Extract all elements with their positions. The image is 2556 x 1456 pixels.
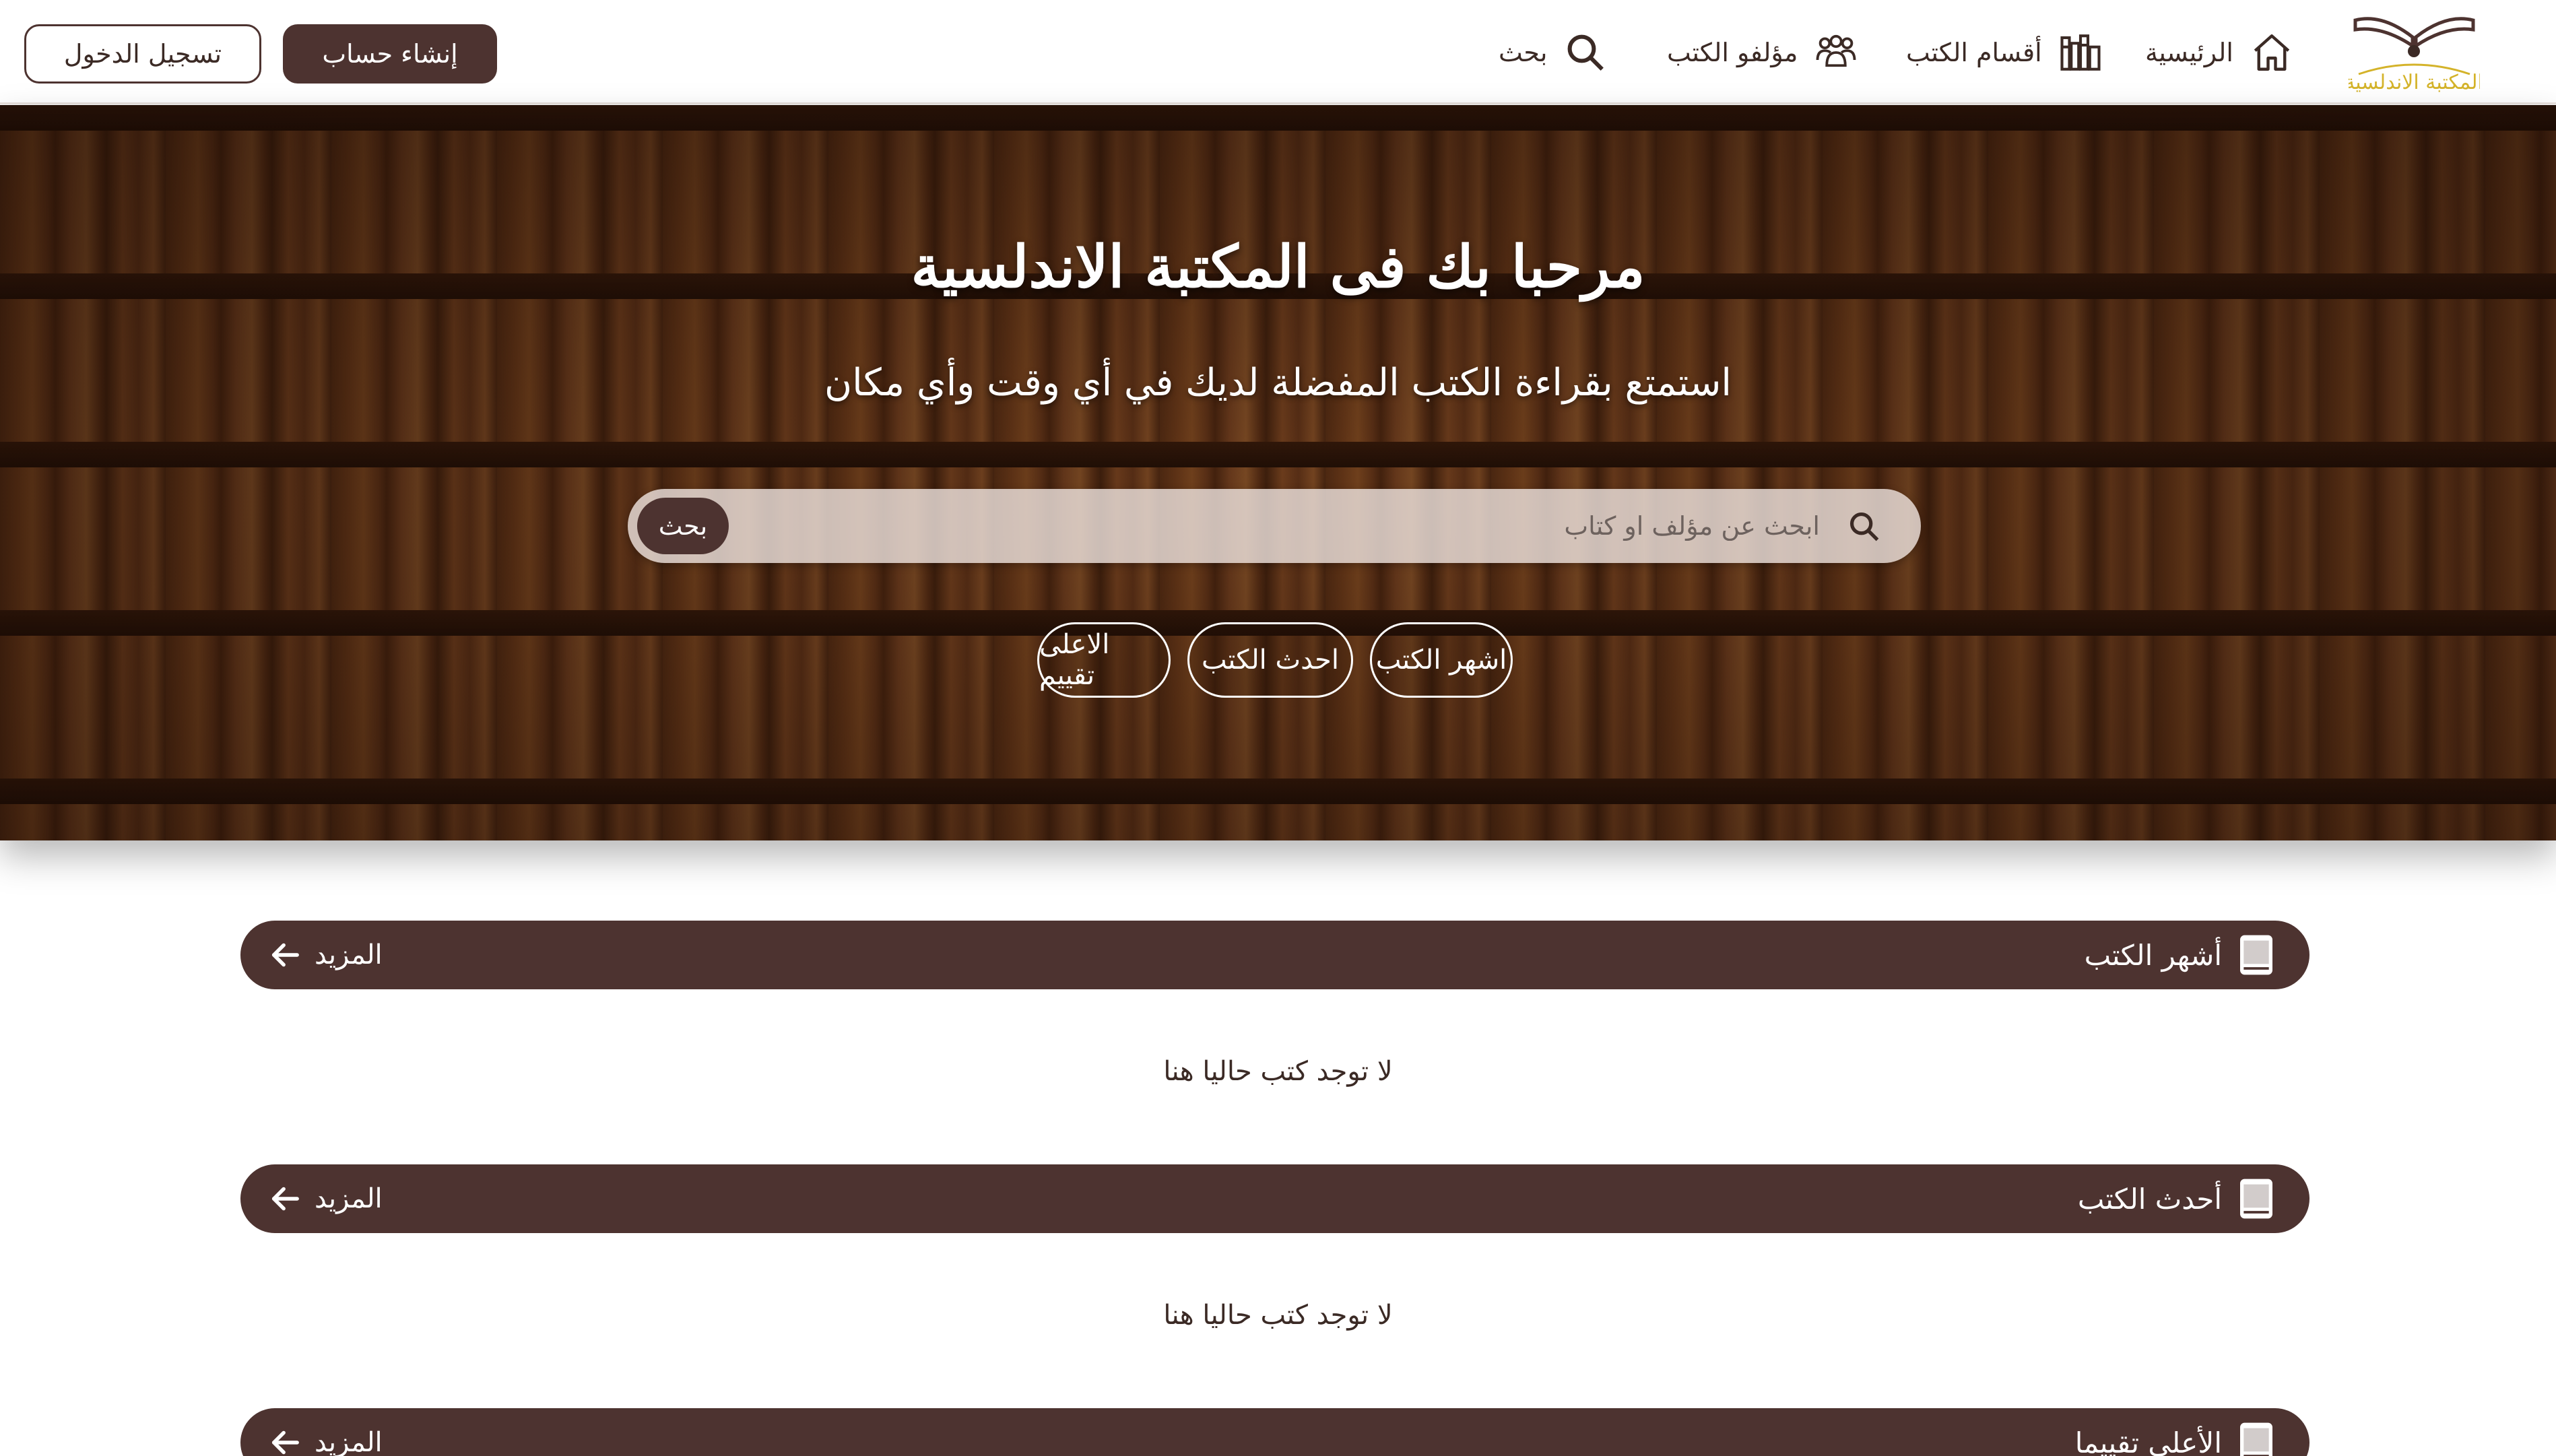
open-book-logo-icon: المكتبة الاندلسية [2345,17,2483,94]
nav-authors-label: مؤلفو الكتب [1667,38,1798,67]
more-label: المزيد [315,1427,383,1456]
book-icon [2240,1179,2272,1219]
arrow-left-icon [271,943,299,967]
section-title: الأعلى تقييما [2075,1408,2276,1456]
more-link[interactable]: المزيد [270,1164,383,1233]
nav-home-label: الرئيسية [2145,38,2233,67]
arrow-left-icon [271,1430,299,1455]
section-title-text: أشهر الكتب [2084,938,2222,972]
section-title: أشهر الكتب [2085,921,2276,989]
search-input[interactable] [749,496,1820,556]
more-label: المزيد [315,1183,383,1214]
hero-subtitle: استمتع بقراءة الكتب المفضلة لديك في أي و… [824,361,1732,405]
filter-newest-books[interactable]: احدث الكتب [1187,622,1353,698]
hero-title: مرحبا بك فى المكتبة الاندلسية [911,233,1645,301]
more-link[interactable]: المزيد [270,1408,383,1456]
section-header-newest: أحدث الكتب المزيد [240,1164,2309,1233]
arrow-left-icon [271,1187,299,1211]
search-icon [1849,512,1879,541]
hero-search-bar: بحث [628,489,1921,563]
more-label: المزيد [315,939,383,970]
hero-overlay [0,105,2556,840]
top-navbar: المكتبة الاندلسية الرئيسية أقسام الكتب م… [0,0,2556,104]
nav-book-sections[interactable]: أقسام الكتب [1906,27,2103,78]
more-link[interactable]: المزيد [270,921,383,989]
search-icon [1568,34,1604,71]
site-logo[interactable]: المكتبة الاندلسية [2345,7,2483,94]
people-group-icon [1816,34,1856,67]
book-icon [2240,935,2272,975]
hero-banner: مرحبا بك فى المكتبة الاندلسية استمتع بقر… [0,105,2556,840]
section-title-text: الأعلى تقييما [2074,1426,2222,1456]
nav-home[interactable]: الرئيسية [2145,27,2294,78]
section-title: أحدث الكتب [2078,1164,2276,1233]
section-header-popular: أشهر الكتب المزيد [240,921,2309,989]
search-submit-button[interactable]: بحث [637,498,729,554]
library-shelf-icon [2060,34,2101,71]
home-icon [2254,34,2290,71]
nav-search[interactable]: بحث [1499,27,1608,78]
nav-authors[interactable]: مؤلفو الكتب [1667,27,1858,78]
section-title-text: أحدث الكتب [2077,1182,2222,1216]
empty-state-text: لا توجد كتب حاليا هنا [1163,1300,1393,1331]
section-header-top-rated: الأعلى تقييما المزيد [240,1408,2309,1456]
svg-text:المكتبة الاندلسية: المكتبة الاندلسية [2349,71,2480,94]
nav-book-sections-label: أقسام الكتب [1906,38,2042,67]
empty-state-text: لا توجد كتب حاليا هنا [1163,1056,1393,1087]
signup-button[interactable]: إنشاء حساب [283,24,497,84]
filter-top-rated[interactable]: الاعلى تقييم [1037,622,1171,698]
book-icon [2240,1422,2272,1456]
nav-search-label: بحث [1499,38,1548,67]
filter-popular-books[interactable]: اشهر الكتب [1370,622,1513,698]
login-button[interactable]: تسجيل الدخول [24,24,261,84]
